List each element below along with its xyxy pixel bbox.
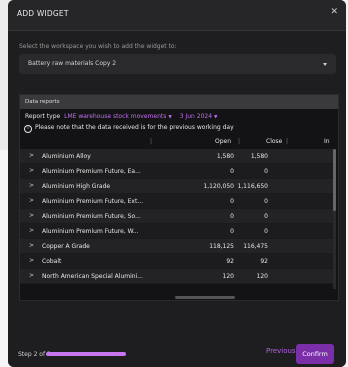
column-divider: | bbox=[150, 138, 153, 145]
row-name: Aluminium High Grade bbox=[42, 183, 111, 190]
workspace-select[interactable]: Battery raw materials Copy 2 bbox=[19, 54, 336, 74]
column-in: In bbox=[324, 138, 330, 145]
table-row[interactable]: > Aluminium Premium Future, W... 0 0 bbox=[20, 224, 334, 239]
report-type-label: Report type bbox=[25, 113, 61, 120]
row-name: Aluminium Premium Future, Ea... bbox=[42, 168, 141, 175]
horizontal-scrollbar-thumb[interactable] bbox=[175, 296, 235, 299]
table-row[interactable]: > Aluminium High Grade 1,120,050 1,116,650 bbox=[20, 179, 334, 194]
chevron-down-icon bbox=[323, 63, 327, 66]
chevron-right-icon[interactable]: > bbox=[29, 152, 34, 159]
data-notice: i Please note that the data received is f… bbox=[24, 124, 234, 133]
row-name: Aluminium Premium Future, So... bbox=[42, 213, 141, 220]
modal-header: ADD WIDGET ✕ bbox=[8, 0, 346, 31]
chevron-right-icon[interactable]: > bbox=[29, 257, 34, 264]
chevron-right-icon[interactable]: > bbox=[29, 242, 34, 249]
table-row[interactable]: > Aluminium Premium Future, So... 0 0 bbox=[20, 209, 334, 224]
report-type-row: Report type LME warehouse stock movement… bbox=[25, 113, 218, 120]
table-row[interactable]: > North American Special Alumini... 120 120 bbox=[20, 269, 334, 284]
table-row[interactable]: > Aluminium Alloy 1,580 1,580 bbox=[20, 149, 334, 164]
row-close: 120 bbox=[256, 273, 268, 280]
previous-button[interactable]: Previous bbox=[266, 347, 296, 355]
row-close: 0 bbox=[264, 228, 268, 235]
column-divider: | bbox=[286, 138, 289, 145]
row-name: Copper A Grade bbox=[42, 243, 90, 250]
table-row[interactable]: > Aluminium Premium Future, Ea... 0 0 bbox=[20, 164, 334, 179]
workspace-selected-value: Battery raw materials Copy 2 bbox=[28, 60, 117, 67]
step-progress-fill bbox=[46, 352, 126, 356]
report-type-value: LME warehouse stock movements bbox=[64, 113, 167, 120]
step-progress-bar bbox=[46, 352, 126, 356]
row-close: 0 bbox=[264, 168, 268, 175]
row-name: Aluminium Premium Future, W... bbox=[42, 228, 139, 235]
row-name: Cobalt bbox=[42, 258, 62, 265]
table-column-header: | Open | Close | In bbox=[20, 136, 338, 146]
confirm-button[interactable]: Confirm bbox=[296, 344, 334, 364]
chevron-right-icon[interactable]: > bbox=[29, 182, 34, 189]
chevron-down-icon: ▼ bbox=[214, 115, 218, 120]
chevron-down-icon: ▼ bbox=[168, 115, 172, 120]
row-close: 0 bbox=[264, 198, 268, 205]
data-reports-panel: Data reports Report type LME warehouse s… bbox=[19, 94, 339, 301]
chevron-right-icon[interactable]: > bbox=[29, 167, 34, 174]
report-type-dropdown[interactable]: LME warehouse stock movements ▼ bbox=[64, 113, 172, 120]
date-dropdown[interactable]: 3 Jun 2024 ▼ bbox=[180, 113, 218, 120]
notice-text: Please note that the data received is fo… bbox=[35, 124, 234, 131]
add-widget-modal: ADD WIDGET ✕ Select the workspace you wi… bbox=[8, 0, 346, 367]
close-icon[interactable]: ✕ bbox=[330, 7, 338, 17]
reports-table: > Aluminium Alloy 1,580 1,580 > Aluminium Pre… bbox=[20, 149, 334, 284]
row-close: 116,475 bbox=[243, 243, 268, 250]
row-close: 1,580 bbox=[250, 153, 268, 160]
data-reports-header: Data reports bbox=[20, 95, 338, 109]
row-name: Aluminium Premium Future, Ext... bbox=[42, 198, 144, 205]
column-close: Close bbox=[266, 138, 283, 145]
table-row[interactable]: > Aluminium Premium Future, Ext... 0 0 bbox=[20, 194, 334, 209]
column-open: Open bbox=[215, 138, 232, 145]
column-divider: | bbox=[238, 138, 241, 145]
modal-title: ADD WIDGET bbox=[17, 9, 69, 18]
row-close: 92 bbox=[260, 258, 268, 265]
date-value: 3 Jun 2024 bbox=[179, 113, 213, 120]
chevron-right-icon[interactable]: > bbox=[29, 227, 34, 234]
table-row[interactable]: > Cobalt 92 92 bbox=[20, 254, 334, 269]
row-close: 1,116,650 bbox=[237, 183, 268, 190]
row-name: North American Special Alumini... bbox=[42, 273, 143, 280]
chevron-right-icon[interactable]: > bbox=[29, 212, 34, 219]
chevron-right-icon[interactable]: > bbox=[29, 272, 34, 279]
table-row[interactable]: > Copper A Grade 118,125 116,475 bbox=[20, 239, 334, 254]
data-reports-title: Data reports bbox=[25, 99, 60, 105]
row-name: Aluminium Alloy bbox=[42, 153, 91, 160]
info-icon: i bbox=[24, 125, 32, 133]
row-close: 0 bbox=[264, 213, 268, 220]
chevron-right-icon[interactable]: > bbox=[29, 197, 34, 204]
vertical-scrollbar-thumb[interactable] bbox=[333, 149, 336, 211]
workspace-instruction: Select the workspace you wish to add the… bbox=[19, 43, 177, 50]
vertical-scrollbar[interactable] bbox=[333, 149, 336, 289]
